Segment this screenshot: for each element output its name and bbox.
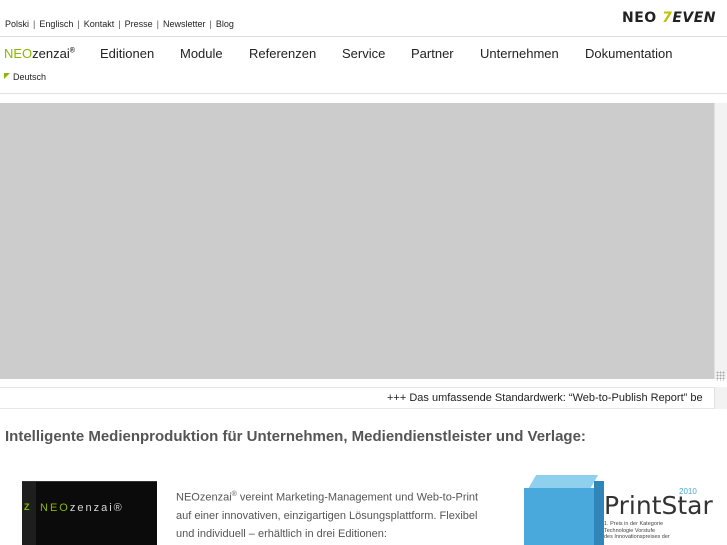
cube-top <box>528 475 599 489</box>
award-subtitle: 1. Preis in der Kategorie Technologie Vo… <box>604 521 704 541</box>
intro-line-2: auf einer innovativen, einzigartigen Lös… <box>176 509 478 522</box>
hero-scroll-track[interactable] <box>714 103 727 379</box>
cube-icon <box>524 488 594 545</box>
intro-line-3: und individuell – erhältlich in drei Edi… <box>176 527 387 540</box>
divider <box>0 93 727 94</box>
hero-banner <box>0 103 714 379</box>
intro-brand: NEOzenzai <box>176 491 232 504</box>
product-brand: NEOzenzai® <box>40 502 124 514</box>
nav-brand-prefix: NEO <box>4 46 33 61</box>
nav-item-editionen[interactable]: Editionen <box>100 46 154 61</box>
separator: | <box>118 19 121 29</box>
logo-seven-glyph: 7 <box>662 10 673 26</box>
logo-text-even: EVEN <box>672 10 716 26</box>
award-line-2: Technologie Vorstufe <box>604 527 656 534</box>
printstar-award-badge[interactable]: 2010 PrintStar 1. Preis in der Kategorie… <box>524 475 713 545</box>
nav-brand-suffix: zenzai <box>32 46 70 61</box>
award-line-3: des Innovationspreises der <box>604 534 670 540</box>
cube-side <box>594 481 604 545</box>
top-utility-bar: Polski | Englisch | Kontakt | Presse | Newslette… <box>0 0 727 37</box>
link-newsletter[interactable]: Newsletter <box>163 19 206 29</box>
product-box-image[interactable]: Z NEOzenzai® <box>22 481 157 545</box>
news-ticker[interactable]: +++ Das umfassende Standardwerk: “Web-to… <box>0 387 714 409</box>
nav-item-unternehmen[interactable]: Unternehmen <box>480 46 559 61</box>
product-brand-suffix: zenzai® <box>69 502 124 514</box>
nav-item-dokumentation[interactable]: Dokumentation <box>585 46 672 61</box>
separator: | <box>33 19 36 29</box>
product-box-side <box>22 482 36 545</box>
nav-item-referenzen[interactable]: Referenzen <box>249 46 316 61</box>
nav-item-service[interactable]: Service <box>342 46 385 61</box>
zenzai-logo-icon: Z <box>24 502 30 512</box>
award-line-1: 1. Preis in der Kategorie <box>604 521 664 527</box>
link-polski[interactable]: Polski <box>5 19 29 29</box>
logo-text-neo: NEO <box>622 10 657 26</box>
link-englisch[interactable]: Englisch <box>39 19 73 29</box>
separator: | <box>209 19 212 29</box>
link-presse[interactable]: Presse <box>125 19 153 29</box>
triangle-icon <box>4 73 10 79</box>
ticker-text: +++ Das umfassende Standardwerk: “Web-to… <box>387 392 703 404</box>
intro-line-1: vereint Marketing-Management und Web-to-… <box>236 491 479 504</box>
language-label: Deutsch <box>13 72 47 82</box>
resize-grip-icon[interactable] <box>716 371 725 381</box>
separator: | <box>77 19 80 29</box>
registered-mark: ® <box>69 47 75 55</box>
nav-item-neozenzai[interactable]: NEOzenzai® <box>4 46 75 61</box>
link-blog[interactable]: Blog <box>216 19 234 29</box>
intro-paragraph: NEOzenzai® vereint Marketing-Management … <box>176 486 511 543</box>
page-headline: Intelligente Medienproduktion für Untern… <box>5 428 586 445</box>
utility-links: Polski | Englisch | Kontakt | Presse | Newslette… <box>5 19 234 29</box>
nav-item-module[interactable]: Module <box>180 46 223 61</box>
main-navigation: NEOzenzai® Editionen Module Referenzen S… <box>0 37 727 71</box>
neo7even-logo[interactable]: NEO 7EVEN <box>622 10 716 26</box>
separator: | <box>156 19 159 29</box>
language-selector[interactable]: Deutsch <box>4 72 46 82</box>
link-kontakt[interactable]: Kontakt <box>84 19 115 29</box>
nav-item-partner[interactable]: Partner <box>411 46 454 61</box>
award-title: PrintStar <box>604 491 713 520</box>
product-brand-prefix: NEO <box>40 502 70 514</box>
ticker-scroll-track <box>714 387 727 409</box>
